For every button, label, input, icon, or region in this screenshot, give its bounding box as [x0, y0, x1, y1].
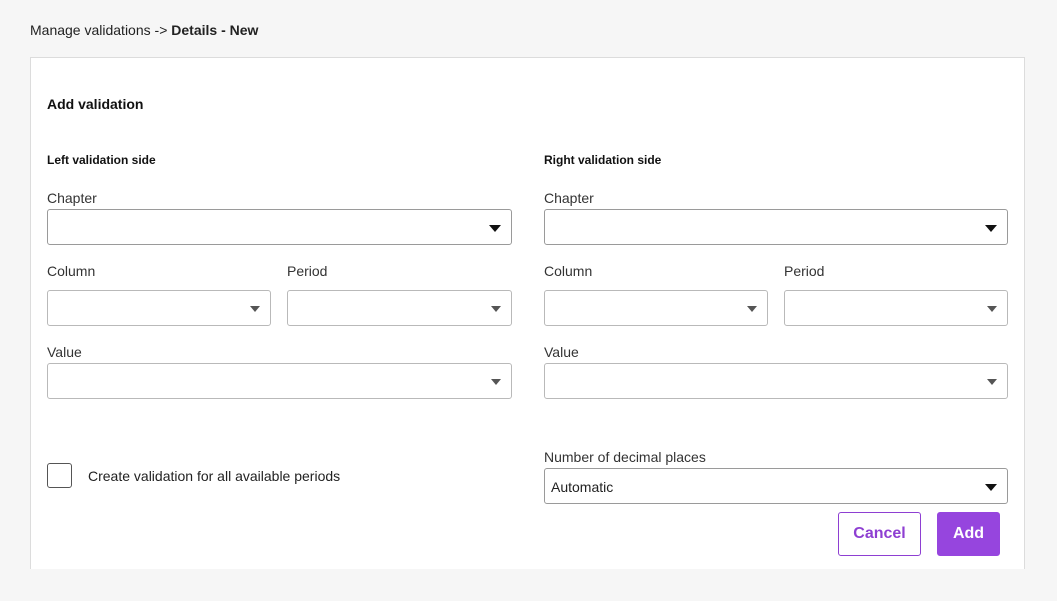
form-title: Add validation — [47, 96, 144, 112]
chevron-down-icon — [250, 306, 260, 312]
left-value-select[interactable] — [47, 363, 512, 399]
breadcrumb-separator: -> — [154, 22, 168, 38]
left-side-title: Left validation side — [47, 153, 156, 167]
breadcrumb-parent[interactable]: Manage validations — [30, 22, 151, 38]
right-value-label: Value — [544, 344, 579, 360]
left-column-label: Column — [47, 263, 96, 279]
right-value-select[interactable] — [544, 363, 1008, 399]
right-chapter-label: Chapter — [544, 190, 594, 206]
add-button[interactable]: Add — [937, 512, 1000, 556]
left-chapter-select[interactable] — [47, 209, 512, 245]
decimal-places-label: Number of decimal places — [544, 449, 706, 465]
right-chapter-select[interactable] — [544, 209, 1008, 245]
chevron-down-icon — [987, 379, 997, 385]
chevron-down-icon — [747, 306, 757, 312]
right-column-select[interactable] — [544, 290, 768, 326]
breadcrumb-current: Details - New — [171, 22, 259, 38]
all-periods-checkbox-label[interactable]: Create validation for all available peri… — [88, 468, 340, 484]
all-periods-checkbox[interactable] — [47, 463, 72, 488]
chevron-down-icon — [489, 225, 501, 232]
left-column-select[interactable] — [47, 290, 271, 326]
chevron-down-icon — [985, 225, 997, 232]
left-chapter-label: Chapter — [47, 190, 97, 206]
cancel-button[interactable]: Cancel — [838, 512, 921, 556]
right-period-label: Period — [784, 263, 825, 279]
chevron-down-icon — [985, 484, 997, 491]
chevron-down-icon — [491, 306, 501, 312]
chevron-down-icon — [987, 306, 997, 312]
validation-form-card: Add validation Left validation side Chap… — [30, 57, 1025, 569]
right-period-select[interactable] — [784, 290, 1008, 326]
decimal-places-select[interactable]: Automatic — [544, 468, 1008, 504]
decimal-places-value: Automatic — [551, 479, 614, 495]
right-column-label: Column — [544, 263, 593, 279]
left-period-select[interactable] — [287, 290, 512, 326]
chevron-down-icon — [491, 379, 501, 385]
left-value-label: Value — [47, 344, 82, 360]
left-period-label: Period — [287, 263, 328, 279]
breadcrumb: Manage validations -> Details - New — [30, 22, 258, 38]
right-side-title: Right validation side — [544, 153, 662, 167]
